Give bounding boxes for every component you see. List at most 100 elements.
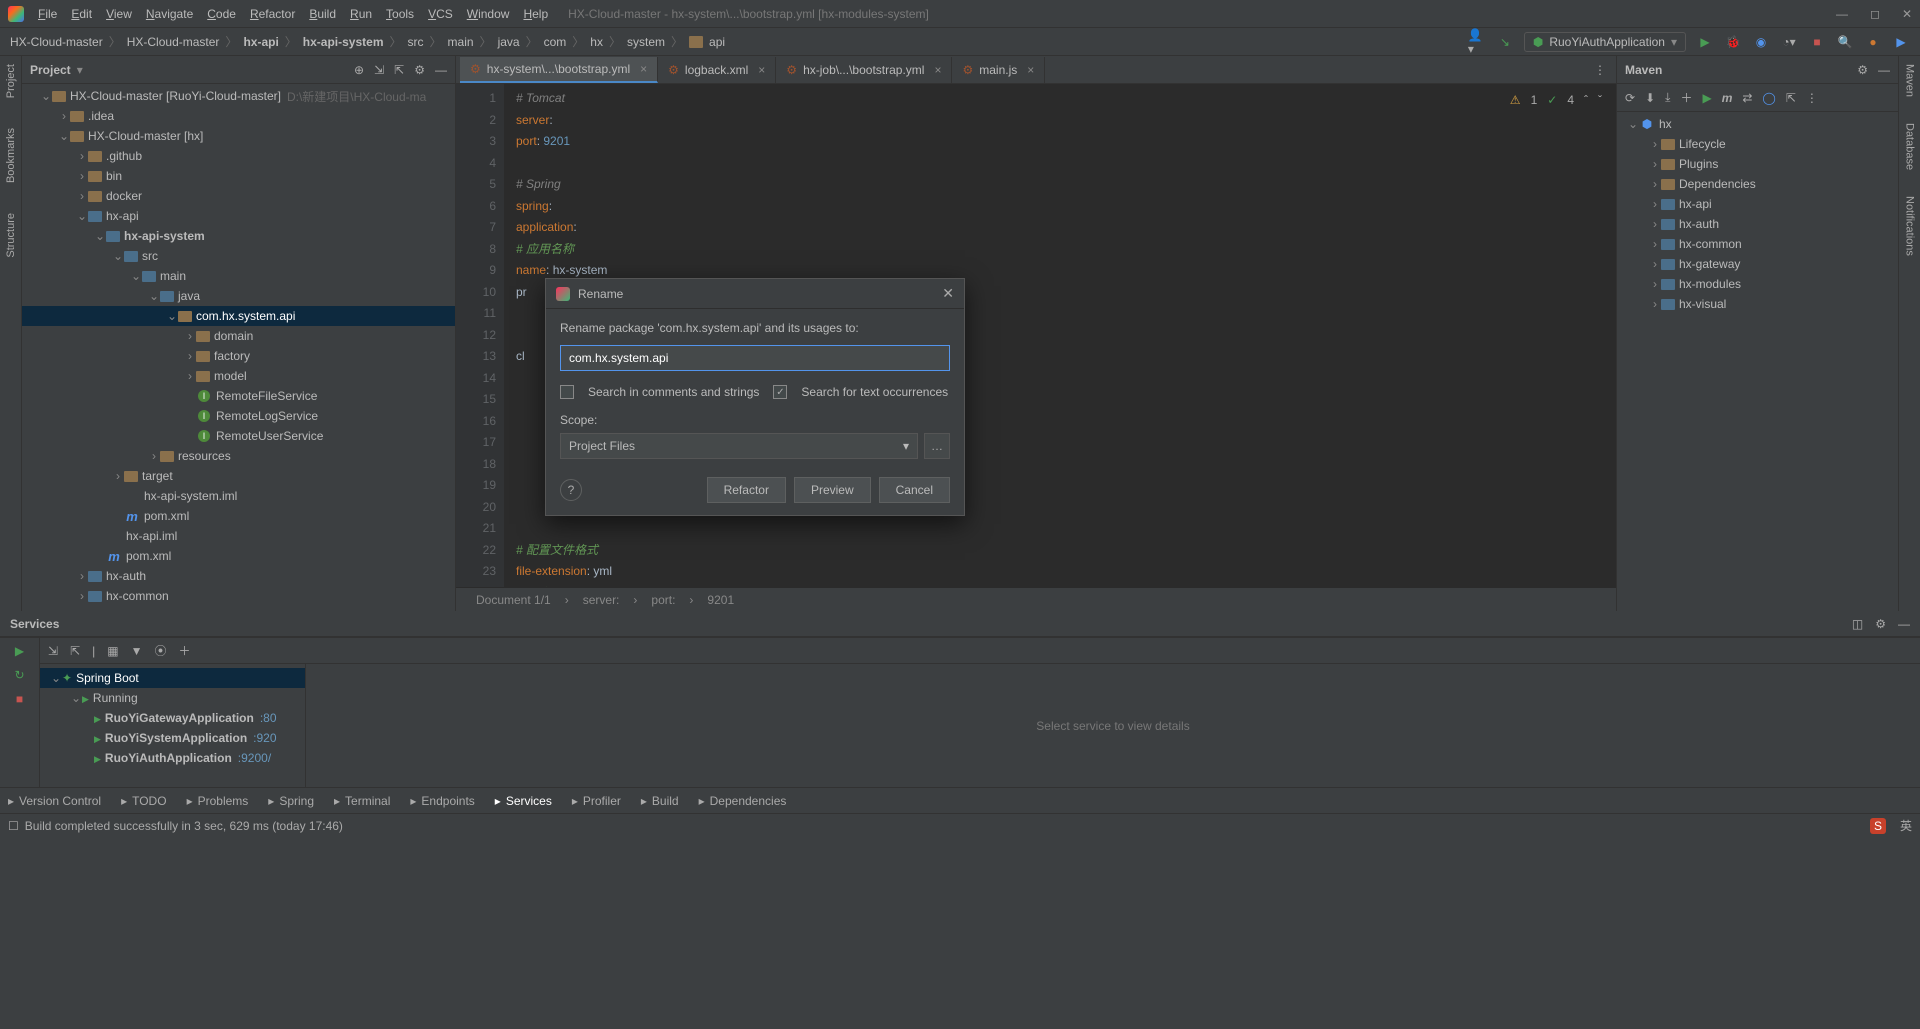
svc-grid-icon[interactable]: ▦ bbox=[107, 644, 118, 658]
search-icon[interactable]: 🔍 bbox=[1836, 33, 1854, 51]
tree-row[interactable]: RemoteUserService bbox=[22, 426, 455, 446]
tree-row[interactable]: ›model bbox=[22, 366, 455, 386]
svc-app[interactable]: RuoYiSystemApplication:920 bbox=[40, 728, 305, 748]
bottom-tab-spring[interactable]: ▸Spring bbox=[268, 794, 314, 808]
hide-maven-icon[interactable]: — bbox=[1878, 63, 1890, 77]
gear-icon[interactable]: ⚙ bbox=[1857, 63, 1868, 77]
maven-tree[interactable]: ⌄⬢hx›Lifecycle›Plugins›Dependencies›hx-a… bbox=[1617, 112, 1898, 611]
bottom-tab-profiler[interactable]: ▸Profiler bbox=[572, 794, 621, 808]
ai-icon[interactable]: ● bbox=[1864, 33, 1882, 51]
chk-comments[interactable] bbox=[560, 385, 574, 399]
menu-vcs[interactable]: VCS bbox=[428, 7, 453, 21]
tree-row[interactable]: ›factory bbox=[22, 346, 455, 366]
maven-node[interactable]: ›Plugins bbox=[1617, 154, 1898, 174]
debug-icon[interactable]: 🐞 bbox=[1724, 33, 1742, 51]
tree-row[interactable]: ›docker bbox=[22, 186, 455, 206]
tree-row[interactable]: ›bin bbox=[22, 166, 455, 186]
tree-row[interactable]: ›target bbox=[22, 466, 455, 486]
project-tree[interactable]: ⌄HX-Cloud-master [RuoYi-Cloud-master]D:\… bbox=[22, 84, 455, 611]
add-icon[interactable]: ＋ bbox=[1680, 89, 1692, 106]
tree-row[interactable]: hx-api-system.iml bbox=[22, 486, 455, 506]
maven-node[interactable]: ›Lifecycle bbox=[1617, 134, 1898, 154]
rail-notifications[interactable]: Notifications bbox=[1904, 196, 1916, 256]
bottom-tab-services[interactable]: ▸Services bbox=[495, 794, 552, 808]
menu-refactor[interactable]: Refactor bbox=[250, 7, 295, 21]
scope-select[interactable]: Project Files▾ bbox=[560, 433, 918, 459]
rail-database[interactable]: Database bbox=[1904, 123, 1916, 170]
bottom-tab-endpoints[interactable]: ▸Endpoints bbox=[410, 794, 474, 808]
preview-button[interactable]: Preview bbox=[794, 477, 871, 503]
run-icon[interactable]: ▶ bbox=[1696, 33, 1714, 51]
tree-row[interactable]: RemoteLogService bbox=[22, 406, 455, 426]
editor-tab[interactable]: ⚙hx-job\...\bootstrap.yml× bbox=[776, 57, 952, 83]
menu-run[interactable]: Run bbox=[350, 7, 372, 21]
rename-input[interactable] bbox=[560, 345, 950, 371]
menu-file[interactable]: File bbox=[38, 7, 57, 21]
svc-rerun-icon[interactable]: ↻ bbox=[14, 668, 24, 682]
svc-add-icon[interactable]: ＋ bbox=[179, 642, 191, 659]
maven-m-icon[interactable]: m bbox=[1722, 91, 1733, 105]
refactor-button[interactable]: Refactor bbox=[707, 477, 786, 503]
settings-icon[interactable]: ⚙ bbox=[414, 63, 425, 77]
tree-row[interactable]: pom.xml bbox=[22, 546, 455, 566]
bottom-tab-problems[interactable]: ▸Problems bbox=[187, 794, 249, 808]
tree-row[interactable]: ⌄hx-api-system bbox=[22, 226, 455, 246]
maven-node[interactable]: ›hx-gateway bbox=[1617, 254, 1898, 274]
minimize-icon[interactable]: — bbox=[1836, 7, 1848, 21]
stop-icon[interactable]: ■ bbox=[1808, 33, 1826, 51]
generate-icon[interactable]: ⬇ bbox=[1645, 91, 1655, 105]
rail-maven[interactable]: Maven bbox=[1904, 64, 1916, 97]
run-maven-icon[interactable]: ▶ bbox=[1702, 91, 1711, 105]
more-icon[interactable]: ⋮ bbox=[1806, 91, 1818, 105]
profile-icon[interactable]: ◔▾ bbox=[1780, 33, 1798, 51]
hide-icon[interactable]: — bbox=[435, 63, 447, 77]
build-icon[interactable]: ↘ bbox=[1496, 33, 1514, 51]
expand-icon[interactable]: ⇲ bbox=[374, 63, 384, 77]
maven-node[interactable]: ›hx-common bbox=[1617, 234, 1898, 254]
bottom-tab-todo[interactable]: ▸TODO bbox=[121, 794, 166, 808]
close-icon[interactable]: ✕ bbox=[1902, 7, 1912, 21]
crumb[interactable]: HX-Cloud-master bbox=[10, 35, 103, 49]
tree-row[interactable]: ›.github bbox=[22, 146, 455, 166]
maven-node[interactable]: ›hx-modules bbox=[1617, 274, 1898, 294]
tree-row[interactable]: ⌄java bbox=[22, 286, 455, 306]
svc-filter-icon[interactable]: ▼ bbox=[131, 644, 143, 658]
services-tree[interactable]: ⌄✦Spring Boot⌄RunningRuoYiGatewayApplica… bbox=[40, 664, 306, 787]
user-icon[interactable]: 👤▾ bbox=[1468, 33, 1486, 51]
menu-window[interactable]: Window bbox=[467, 7, 510, 21]
chk-text-occurrences[interactable] bbox=[773, 385, 787, 399]
svc-gear-icon[interactable]: ⚙ bbox=[1875, 617, 1886, 631]
crumb[interactable]: system bbox=[627, 35, 665, 49]
tree-row[interactable]: ›hx-common bbox=[22, 586, 455, 606]
menu-edit[interactable]: Edit bbox=[71, 7, 92, 21]
tree-row[interactable]: ⌄com.hx.system.api bbox=[22, 306, 455, 326]
tree-row[interactable]: ⌄HX-Cloud-master [RuoYi-Cloud-master]D:\… bbox=[22, 86, 455, 106]
tree-row[interactable]: ⌄HX-Cloud-master [hx] bbox=[22, 126, 455, 146]
editor-tab[interactable]: ⚙hx-system\...\bootstrap.yml× bbox=[460, 57, 658, 83]
collapse-maven-icon[interactable]: ⇱ bbox=[1786, 91, 1796, 105]
bottom-tab-version-control[interactable]: ▸Version Control bbox=[8, 794, 101, 808]
crumb[interactable]: com bbox=[544, 35, 567, 49]
crumb[interactable]: src bbox=[408, 35, 424, 49]
bottom-tab-terminal[interactable]: ▸Terminal bbox=[334, 794, 390, 808]
menu-build[interactable]: Build bbox=[309, 7, 336, 21]
tree-row[interactable]: hx-api.iml bbox=[22, 526, 455, 546]
maximize-icon[interactable]: ◻ bbox=[1870, 7, 1880, 21]
tree-row[interactable]: ›resources bbox=[22, 446, 455, 466]
rail-structure[interactable]: Structure bbox=[5, 213, 17, 258]
menu-help[interactable]: Help bbox=[523, 7, 548, 21]
svc-app[interactable]: RuoYiAuthApplication:9200/ bbox=[40, 748, 305, 768]
maven-node[interactable]: ›hx-visual bbox=[1617, 294, 1898, 314]
svc-stop-icon[interactable]: ■ bbox=[16, 692, 23, 706]
collapse-icon[interactable]: ⇱ bbox=[394, 63, 404, 77]
tree-row[interactable]: ⌄hx-api bbox=[22, 206, 455, 226]
download-icon[interactable]: ⤓ bbox=[1665, 90, 1670, 105]
tree-row[interactable]: pom.xml bbox=[22, 506, 455, 526]
reload-icon[interactable]: ⟳ bbox=[1625, 91, 1635, 105]
svc-root[interactable]: ⌄✦Spring Boot bbox=[40, 668, 305, 688]
maven-node[interactable]: ›hx-api bbox=[1617, 194, 1898, 214]
maven-root[interactable]: ⌄⬢hx bbox=[1617, 114, 1898, 134]
bottom-tab-build[interactable]: ▸Build bbox=[641, 794, 679, 808]
bottom-tab-dependencies[interactable]: ▸Dependencies bbox=[699, 794, 787, 808]
rail-project[interactable]: Project bbox=[5, 64, 17, 98]
